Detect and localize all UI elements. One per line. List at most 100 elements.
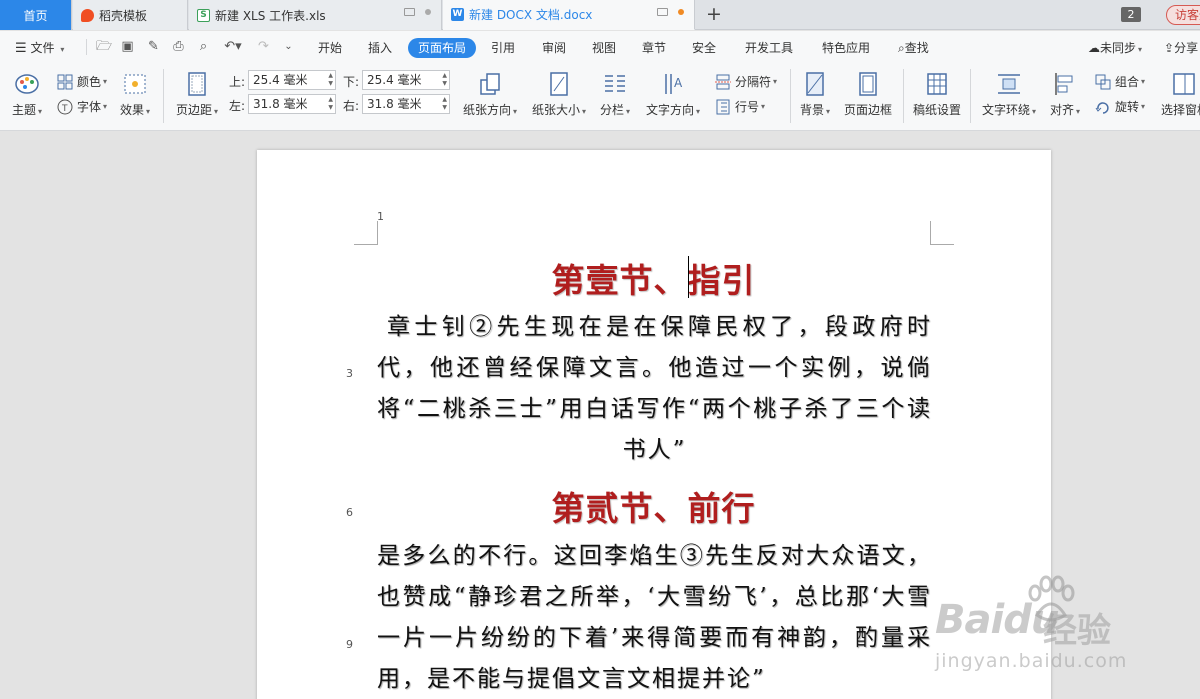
find-button[interactable]: ⌕查找: [898, 39, 929, 56]
menu-special-apps[interactable]: 特色应用: [822, 39, 870, 56]
undo-icon[interactable]: ↶▾: [222, 40, 244, 54]
align-label: 对齐: [1050, 103, 1075, 117]
breaks-button[interactable]: 分隔符 ▾: [715, 73, 777, 90]
share-label: 分享: [1174, 41, 1199, 55]
spinner-arrows-icon[interactable]: ▲ ▼: [442, 72, 447, 88]
manuscript-grid-icon: [924, 71, 950, 97]
line-numbers-label: 行号: [735, 100, 760, 114]
body-paragraph[interactable]: 章士钊②先生现在是在保障民权了，段政府时代，他还曾经保障文言。他造过一个实例，说…: [377, 307, 932, 471]
effect-button[interactable]: 效果 ▾: [120, 71, 150, 118]
bottom-margin-value: 25.4 毫米: [367, 73, 422, 87]
margins-button[interactable]: 页边距 ▾: [176, 71, 218, 118]
page-break-icon: [715, 74, 731, 90]
file-menu[interactable]: ☰ 文件 ▾: [15, 39, 64, 56]
text-wrap-label: 文字环绕: [982, 103, 1031, 117]
chevron-down-icon: ▾: [1138, 45, 1143, 54]
menu-review[interactable]: 审阅: [542, 39, 566, 56]
share-button[interactable]: ⇪分享: [1164, 39, 1198, 56]
menu-view[interactable]: 视图: [592, 39, 616, 56]
tab-daoke-label: 稻壳模板: [99, 8, 148, 23]
monitor-icon[interactable]: [657, 8, 668, 16]
monitor-icon[interactable]: [404, 8, 415, 16]
format-painter-icon[interactable]: ✎: [146, 40, 161, 54]
cloud-icon: ☁: [1088, 41, 1100, 55]
print-icon[interactable]: ⎙: [171, 40, 186, 54]
line-numbers-icon: [715, 99, 731, 115]
paper-size-button[interactable]: 纸张大小 ▾: [532, 71, 586, 118]
section-heading[interactable]: 第贰节、前行: [377, 482, 930, 530]
group-icon: [1095, 74, 1111, 90]
page-number: 1: [377, 210, 384, 223]
visitor-login-button[interactable]: 访客登录: [1166, 5, 1200, 25]
menu-dev-tools[interactable]: 开发工具: [745, 39, 793, 56]
text-wrap-button[interactable]: 文字环绕 ▾: [982, 71, 1036, 118]
rotate-button[interactable]: 旋转 ▾: [1095, 98, 1145, 115]
font-button[interactable]: T 字体 ▾: [57, 98, 107, 115]
color-button[interactable]: 颜色 ▾: [57, 73, 107, 90]
menu-insert[interactable]: 插入: [368, 39, 392, 56]
line-number: 9: [346, 638, 353, 651]
columns-icon: [602, 71, 628, 97]
tab-close-dot-icon[interactable]: [425, 9, 431, 15]
open-folder-icon[interactable]: 🗁: [96, 40, 112, 54]
new-tab-plus-icon[interactable]: +: [706, 4, 722, 24]
redo-icon[interactable]: ↷: [256, 40, 271, 54]
background-button[interactable]: 背景 ▾: [800, 71, 830, 118]
tab-home[interactable]: 首页: [0, 0, 72, 30]
share-icon: ⇪: [1164, 41, 1175, 55]
spreadsheet-icon: S: [197, 8, 210, 22]
print-preview-icon[interactable]: ⌕: [196, 40, 211, 54]
selection-pane-icon: [1171, 71, 1197, 97]
group-label: 组合: [1115, 75, 1140, 89]
page-margins-icon: [184, 71, 210, 97]
selection-pane-button[interactable]: 选择窗格: [1161, 71, 1200, 118]
save-icon[interactable]: ▣: [120, 40, 135, 54]
menu-chapter[interactable]: 章节: [642, 39, 666, 56]
menu-page-layout[interactable]: 页面布局: [408, 38, 476, 58]
right-margin-input[interactable]: 31.8 毫米 ▲ ▼: [362, 94, 450, 114]
spinner-arrows-icon[interactable]: ▲ ▼: [328, 96, 333, 112]
sync-status[interactable]: ☁未同步 ▾: [1088, 39, 1142, 56]
rotate-icon: [1095, 99, 1111, 115]
menu-reference[interactable]: 引用: [491, 39, 515, 56]
group-button[interactable]: 组合 ▾: [1095, 73, 1145, 90]
document-page[interactable]: 1 3 6 9 第壹节、指引 章士钊②先生现在是在保障民权了，段政府时代，他还曾…: [257, 150, 1051, 699]
orientation-button[interactable]: 纸张方向 ▾: [463, 71, 517, 118]
columns-button[interactable]: 分栏 ▾: [600, 71, 630, 118]
menu-start[interactable]: 开始: [318, 39, 342, 56]
tab-xls-workbook[interactable]: S 新建 XLS 工作表.xls: [189, 0, 442, 30]
spinner-arrows-icon[interactable]: ▲ ▼: [328, 72, 333, 88]
window-count-badge[interactable]: 2: [1121, 7, 1141, 22]
section-heading[interactable]: 第壹节、指引: [377, 254, 930, 302]
font-circle-icon: T: [57, 99, 73, 115]
page-border-button[interactable]: 页面边框: [844, 71, 892, 118]
tab-docx-document[interactable]: W 新建 DOCX 文档.docx: [443, 0, 695, 30]
text-direction-button[interactable]: A 文字方向 ▾: [646, 71, 700, 118]
tab-daoke-templates[interactable]: 稻壳模板: [73, 0, 188, 30]
tab-home-label: 首页: [23, 8, 48, 23]
menu-bar: ☰ 文件 ▾ 🗁 ▣ ✎ ⎙ ⌕ ↶▾ ↷ ⌄ 开始 插入 页面布局 引用 审阅…: [0, 31, 1200, 63]
paper-size-label: 纸张大小: [532, 103, 581, 117]
theme-button[interactable]: 主题 ▾: [12, 71, 42, 118]
theme-label: 主题: [12, 103, 37, 117]
orientation-icon: [477, 71, 503, 97]
manuscript-settings-button[interactable]: 稿纸设置: [913, 71, 961, 118]
align-button[interactable]: 对齐 ▾: [1050, 71, 1080, 118]
top-margin-input[interactable]: 25.4 毫米 ▲ ▼: [248, 70, 336, 90]
background-label: 背景: [800, 103, 825, 117]
text-direction-icon: A: [660, 71, 686, 97]
left-margin-input[interactable]: 31.8 毫米 ▲ ▼: [248, 94, 336, 114]
margins-label: 页边距: [176, 103, 213, 117]
customize-quick-access-icon[interactable]: ⌄: [281, 40, 296, 54]
menu-security[interactable]: 安全: [692, 39, 716, 56]
left-margin-label: 左:: [229, 99, 246, 113]
paper-size-icon: [546, 71, 572, 97]
bottom-margin-input[interactable]: 25.4 毫米 ▲ ▼: [362, 70, 450, 90]
body-paragraph[interactable]: 是多么的不行。这回李焰生③先生反对大众语文，也赞成“静珍君之所举，‘大雪纷飞’，…: [377, 536, 932, 699]
unsaved-dot-icon[interactable]: [678, 9, 684, 15]
spinner-arrows-icon[interactable]: ▲ ▼: [442, 96, 447, 112]
line-numbers-button[interactable]: 行号 ▾: [715, 98, 765, 115]
file-menu-label: 文件: [30, 41, 55, 55]
text-wrap-icon: [996, 71, 1022, 97]
right-margin-value: 31.8 毫米: [367, 97, 422, 111]
